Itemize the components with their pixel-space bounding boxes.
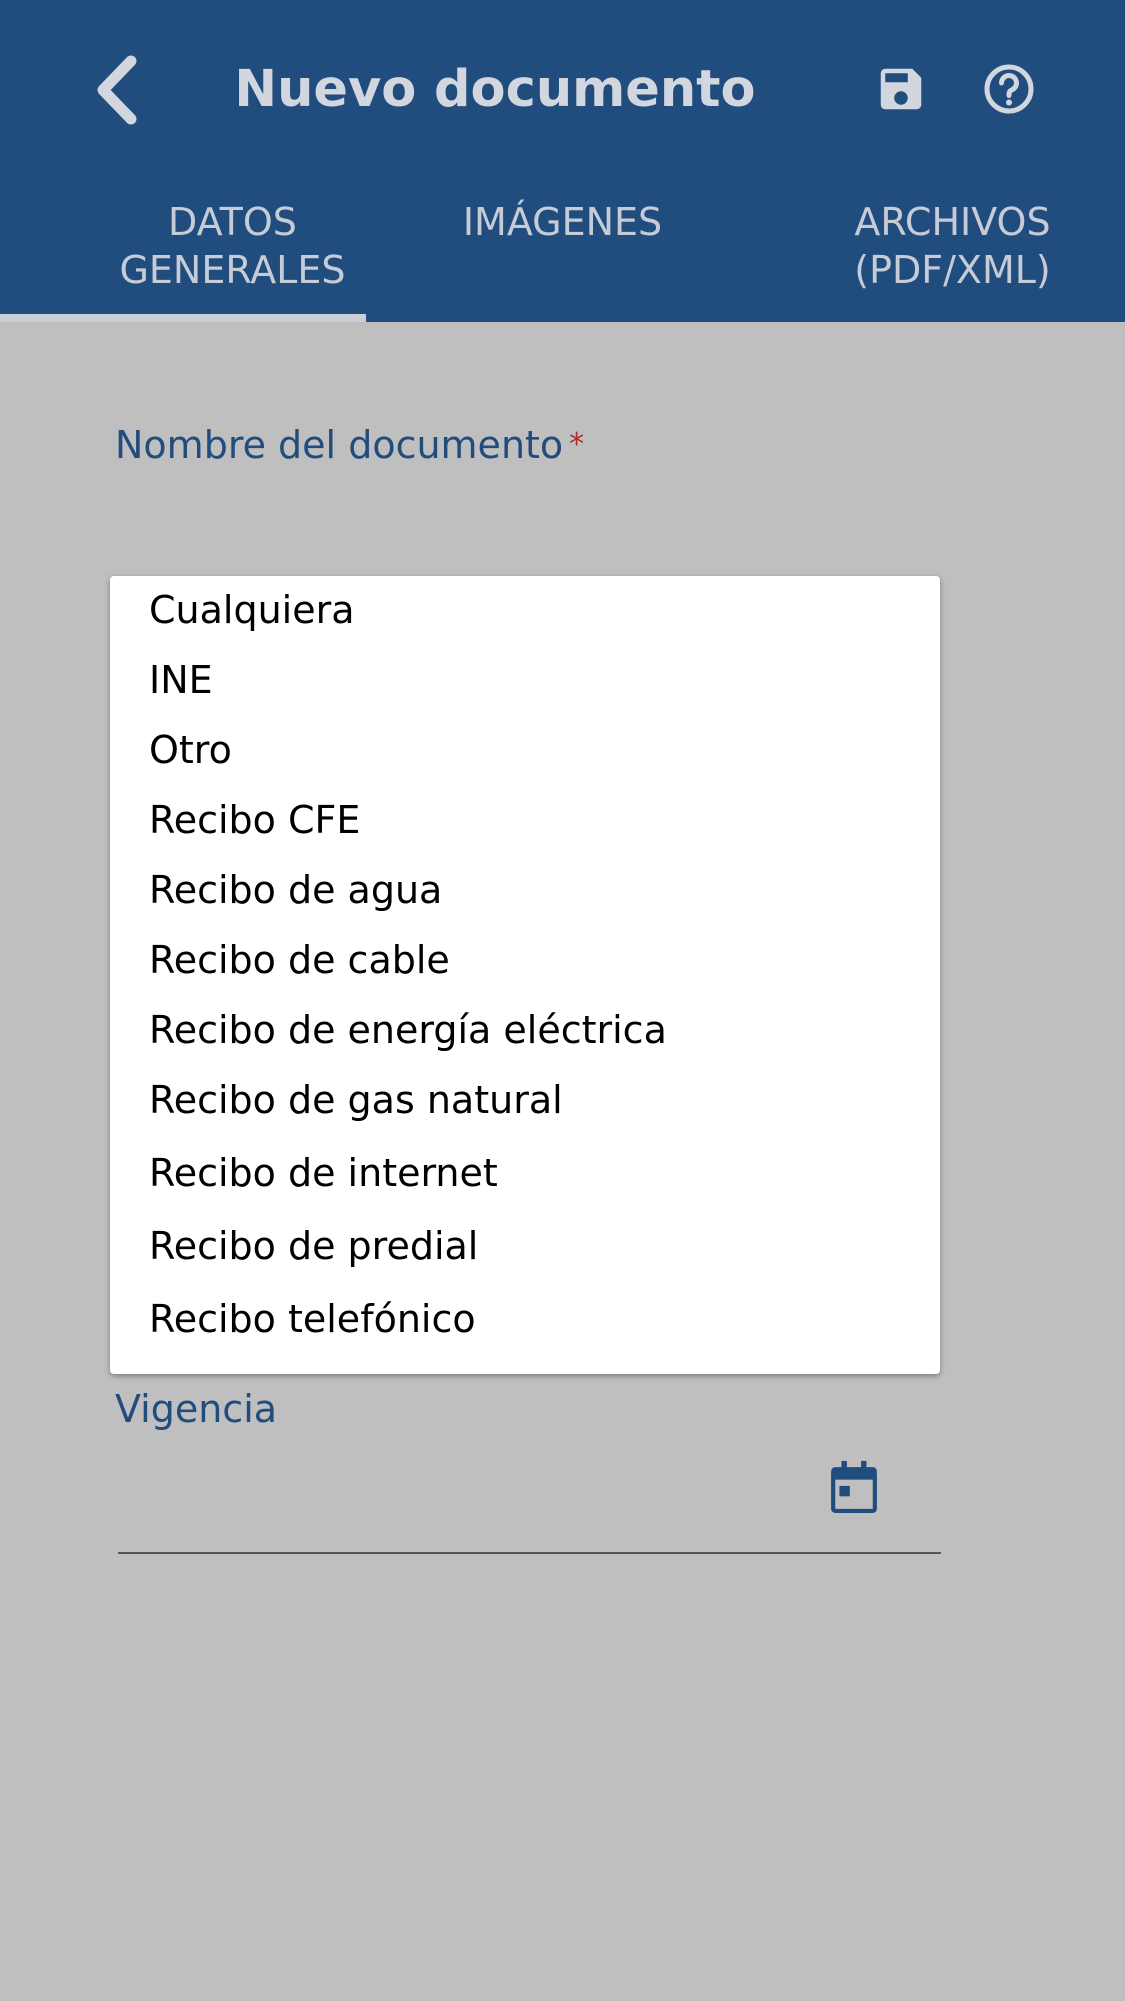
floppy-disk-icon <box>880 68 922 110</box>
dropdown-option[interactable]: Recibo de agua <box>149 860 909 920</box>
tab-imagenes[interactable]: IMÁGENES <box>430 198 695 302</box>
tab-archivos[interactable]: ARCHIVOS (PDF/XML) <box>800 198 1105 302</box>
save-button[interactable] <box>868 56 934 122</box>
dropdown-option[interactable]: Recibo CFE <box>149 790 909 850</box>
expiry-label: Vigencia <box>115 1387 278 1431</box>
calendar-icon <box>831 1460 877 1513</box>
calendar-button[interactable] <box>826 1458 882 1518</box>
tab-label-line-1: IMÁGENES <box>462 200 663 244</box>
back-button[interactable] <box>84 52 148 128</box>
tab-datos-generales[interactable]: DATOS GENERALES <box>85 198 380 302</box>
document-type-dropdown: Cualquiera INE Otro Recibo CFE Recibo de… <box>110 576 940 1374</box>
dropdown-option[interactable]: Cualquiera <box>149 580 909 640</box>
tab-label-line-1: ARCHIVOS <box>854 200 1051 244</box>
active-tab-indicator <box>0 314 366 322</box>
tab-label-line-2: (PDF/XML) <box>854 248 1051 292</box>
tab-label-line-2: GENERALES <box>119 248 346 292</box>
dropdown-option[interactable]: Recibo de cable <box>149 930 909 990</box>
dropdown-option[interactable]: Recibo de internet <box>149 1143 909 1203</box>
dropdown-option[interactable]: Recibo de predial <box>149 1216 909 1276</box>
dropdown-option[interactable]: Recibo telefónico <box>149 1289 909 1349</box>
help-circle-icon <box>984 64 1034 114</box>
expiry-date-input[interactable] <box>118 1440 941 1554</box>
document-name-label: Nombre del documento * <box>115 420 584 470</box>
page-title: Nuevo documento <box>234 60 756 119</box>
required-asterisk: * <box>569 427 585 462</box>
dropdown-option[interactable]: Recibo de gas natural <box>149 1070 909 1130</box>
app-bar: Nuevo documento DATOS GENERALES IMÁGENES… <box>0 0 1125 322</box>
help-button[interactable] <box>976 56 1042 122</box>
chevron-left-icon <box>97 55 137 125</box>
document-name-label-text: Nombre del documento <box>115 423 564 467</box>
dropdown-option[interactable]: INE <box>149 650 909 710</box>
tab-label-line-1: DATOS <box>168 200 297 244</box>
dropdown-option[interactable]: Recibo de energía eléctrica <box>149 1000 909 1060</box>
dropdown-option[interactable]: Otro <box>149 720 909 780</box>
